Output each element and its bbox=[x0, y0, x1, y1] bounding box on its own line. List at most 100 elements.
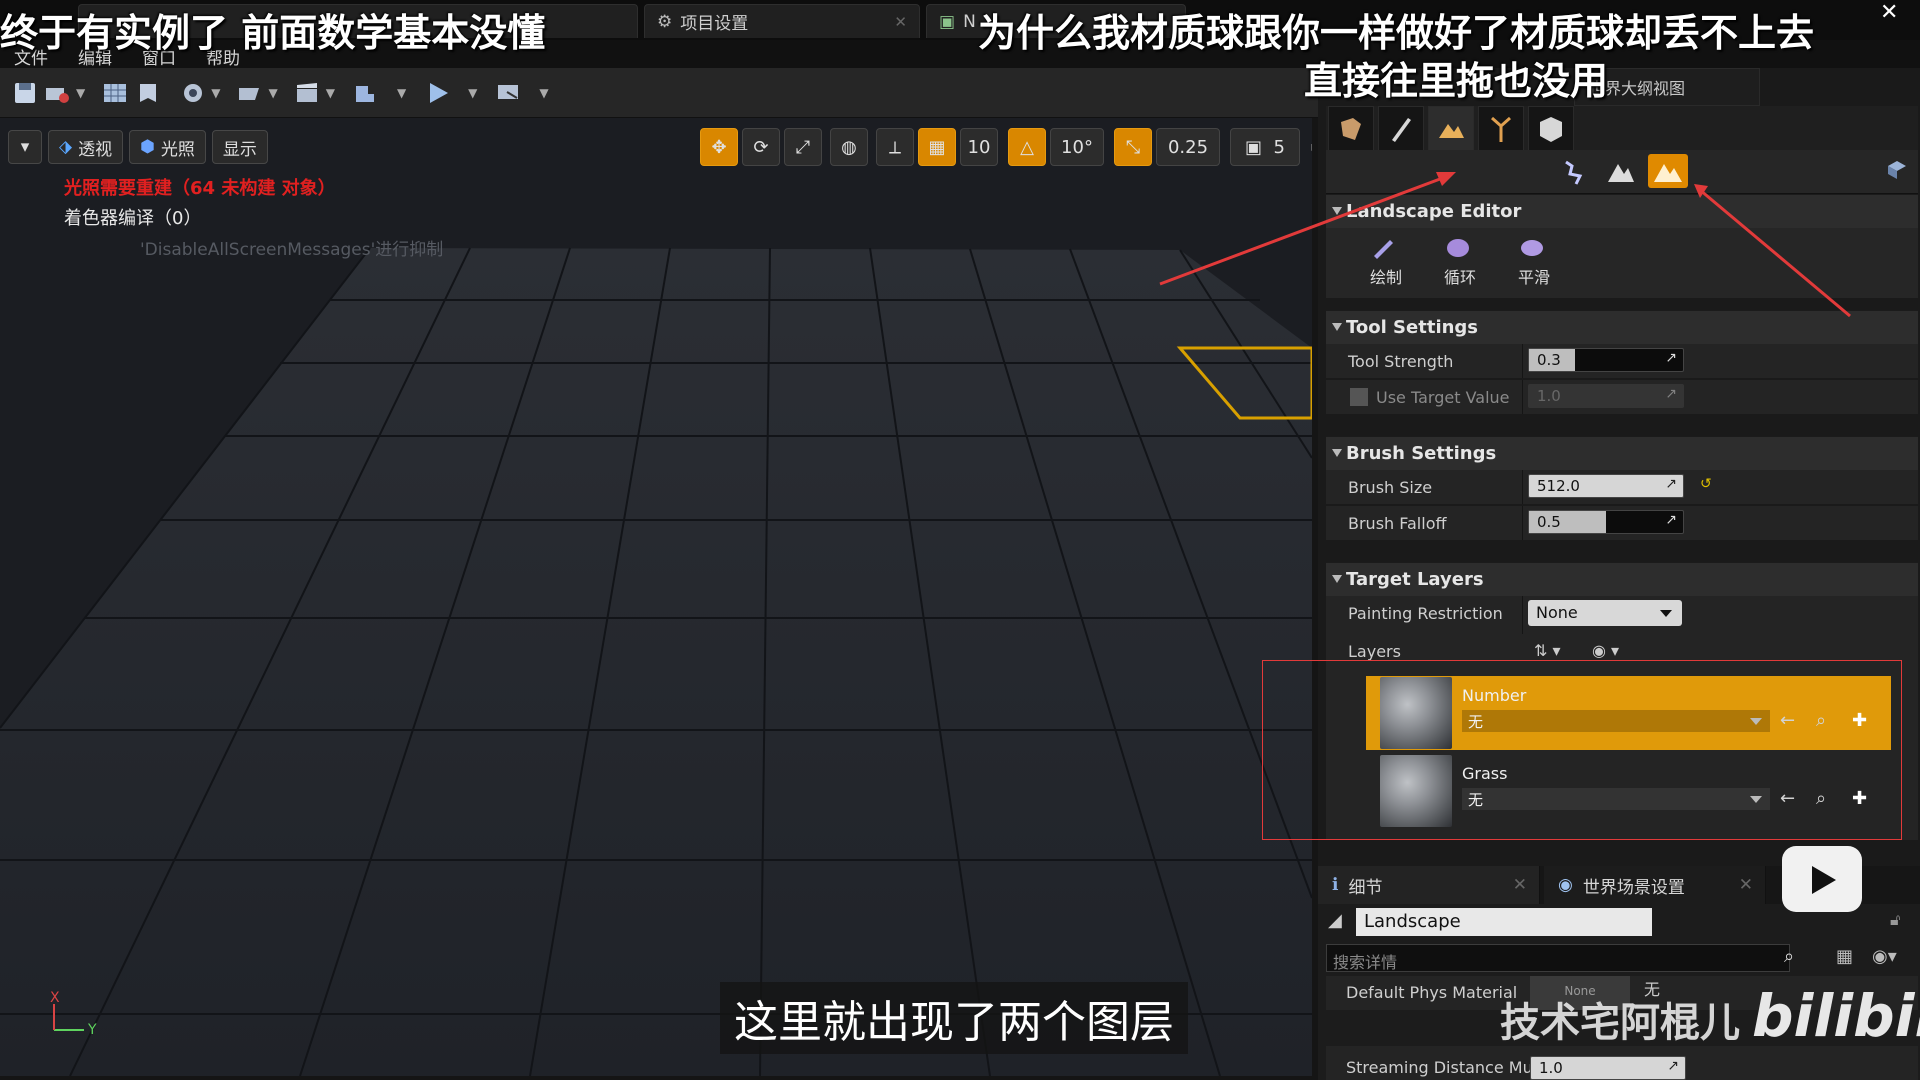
close-icon[interactable]: ✕ bbox=[1739, 875, 1753, 895]
paint-submode-icon[interactable] bbox=[1648, 154, 1688, 188]
world-space-icon[interactable]: ◍ bbox=[830, 128, 868, 166]
tab-label: N bbox=[963, 11, 976, 32]
eye-filter-icon[interactable]: ◉▾ bbox=[1872, 946, 1897, 967]
bilibili-tv-icon bbox=[1782, 846, 1862, 912]
field-value: 0.3 bbox=[1537, 351, 1561, 369]
close-window-icon[interactable]: ✕ bbox=[1880, 0, 1898, 25]
streaming-distance-row: Streaming Distance Mu 1.0 ↗ bbox=[1326, 1046, 1918, 1080]
lighting-mode-button[interactable]: ⬢ 光照 bbox=[129, 130, 206, 164]
cycle-tool-button[interactable]: 循环 bbox=[1430, 234, 1490, 288]
perspective-label: 透视 bbox=[78, 139, 113, 160]
scale-snap-value[interactable]: 0.25 bbox=[1156, 128, 1220, 166]
grid-snap-value[interactable]: 10 bbox=[960, 128, 998, 166]
overlay-caption-right-2: 直接往里拖也没用 bbox=[1304, 59, 1609, 103]
rotate-icon[interactable]: ⟳ bbox=[742, 128, 780, 166]
landscape-actor-icon: ◢ bbox=[1328, 910, 1342, 931]
place-mode-icon[interactable] bbox=[1328, 106, 1374, 152]
play-icon[interactable] bbox=[423, 78, 453, 108]
axis-gizmo: X Y bbox=[42, 990, 112, 1050]
landscape-mode-icon[interactable] bbox=[1428, 106, 1474, 152]
build-icon[interactable] bbox=[350, 78, 380, 108]
scale-icon[interactable]: ⤢ bbox=[784, 128, 822, 166]
translate-icon[interactable]: ✥ bbox=[700, 128, 738, 166]
tab-label: 世界场景设置 bbox=[1582, 877, 1685, 898]
lighting-warning: 光照需要重建（64 未构建 对象） bbox=[64, 178, 336, 199]
section-title: Target Layers bbox=[1346, 569, 1484, 590]
details-search-input[interactable]: 搜索详情 bbox=[1326, 944, 1790, 972]
tab-world-settings[interactable]: ◉ 世界场景设置 ✕ bbox=[1544, 866, 1766, 904]
surface-snap-icon[interactable]: ⟂ bbox=[876, 128, 914, 166]
viewport-options-button[interactable]: ▾ bbox=[8, 130, 42, 164]
geometry-mode-icon[interactable] bbox=[1528, 106, 1574, 152]
axis-y-label: Y bbox=[88, 1022, 97, 1038]
layers-label: Layers bbox=[1348, 642, 1401, 661]
close-icon[interactable]: ✕ bbox=[1513, 875, 1527, 895]
use-target-label: Use Target Value bbox=[1376, 388, 1510, 407]
sculpt-tool-button[interactable]: 绘制 bbox=[1356, 234, 1416, 288]
search-placeholder: 搜索详情 bbox=[1333, 953, 1398, 972]
tool-strength-row: Tool Strength 0.3 ↗ bbox=[1326, 344, 1918, 378]
paint-mode-icon[interactable] bbox=[1378, 106, 1424, 152]
show-button[interactable]: 显示 bbox=[211, 130, 268, 164]
settings-icon[interactable] bbox=[178, 78, 208, 108]
panel-options-icon[interactable] bbox=[1886, 158, 1908, 180]
grid-snap-icon[interactable]: ▦ bbox=[918, 128, 956, 166]
perspective-button[interactable]: ⬗ 透视 bbox=[48, 130, 124, 164]
blueprints-icon[interactable] bbox=[235, 78, 265, 108]
streaming-distance-field[interactable]: 1.0 ↗ bbox=[1530, 1056, 1686, 1080]
expand-arrows-icon: ↗ bbox=[1665, 386, 1677, 402]
field-value: 0.5 bbox=[1537, 513, 1561, 531]
streaming-distance-label: Streaming Distance Mu bbox=[1346, 1058, 1533, 1077]
rotation-snap-value[interactable]: 10° bbox=[1050, 128, 1104, 166]
tab-label: 项目设置 bbox=[680, 14, 749, 34]
brush-size-field[interactable]: 512.0 ↗ bbox=[1528, 474, 1684, 498]
tab-project-settings[interactable]: ⚙ 项目设置 ✕ bbox=[644, 4, 920, 38]
lighting-label: 光照 bbox=[160, 139, 195, 160]
tab-details[interactable]: ℹ 细节 ✕ bbox=[1318, 866, 1540, 904]
section-title: Landscape Editor bbox=[1346, 201, 1522, 222]
camera-icon: ▣ bbox=[1245, 136, 1263, 158]
layers-sort-icon[interactable]: ⇅ ▾ bbox=[1534, 641, 1561, 660]
use-target-checkbox[interactable] bbox=[1350, 388, 1368, 406]
grid-view-icon[interactable]: ▦ bbox=[1836, 946, 1853, 967]
launch-icon[interactable] bbox=[494, 78, 524, 108]
scale-snap-icon[interactable]: ⤡ bbox=[1114, 128, 1152, 166]
lock-icon[interactable]: 🔓︎ bbox=[1890, 910, 1900, 930]
search-icon[interactable]: ⌕ bbox=[1784, 946, 1794, 967]
tool-settings-header[interactable]: Tool Settings bbox=[1326, 310, 1918, 344]
level-viewport[interactable]: ▾ ⬗ 透视 ⬢ 光照 显示 ✥ ⟳ ⤢ ◍ ⟂ ▦ 10 △ 10° ⤡ 0.25… bbox=[0, 118, 1312, 1076]
chevron-down-icon: ▾ bbox=[20, 137, 30, 157]
maximize-viewport-icon[interactable]: ▫ bbox=[1304, 128, 1312, 166]
section-title: Tool Settings bbox=[1346, 317, 1479, 338]
source-control-icon[interactable] bbox=[43, 78, 73, 108]
shader-compile-status: 着色器编译（0） bbox=[64, 208, 202, 229]
painting-restriction-select[interactable]: None bbox=[1528, 600, 1682, 626]
foliage-mode-icon[interactable] bbox=[1478, 106, 1524, 152]
actor-name-field[interactable]: Landscape bbox=[1356, 908, 1652, 936]
landscape-submodes bbox=[1326, 150, 1918, 194]
field-value: Landscape bbox=[1364, 911, 1461, 932]
target-layers-header[interactable]: Target Layers bbox=[1326, 562, 1918, 596]
landscape-tools-row: 绘制 循环 平滑 bbox=[1326, 228, 1918, 298]
manage-mode-icon[interactable] bbox=[1558, 154, 1592, 188]
eye-icon[interactable]: ◉ ▾ bbox=[1592, 641, 1619, 660]
sculpt-mode-icon[interactable] bbox=[1604, 154, 1638, 188]
content-browser-icon[interactable] bbox=[100, 78, 130, 108]
main-toolbar: ▼ ▼ ▼ ▼ ▼ ▼ ▼ bbox=[0, 68, 1330, 118]
save-icon[interactable] bbox=[10, 78, 40, 108]
marketplace-icon[interactable] bbox=[133, 78, 163, 108]
close-icon[interactable]: ✕ bbox=[894, 13, 907, 31]
rotation-snap-icon[interactable]: △ bbox=[1008, 128, 1046, 166]
brush-icon bbox=[1374, 240, 1393, 259]
brush-settings-header[interactable]: Brush Settings bbox=[1326, 436, 1918, 470]
smooth-blob-icon bbox=[1521, 240, 1543, 256]
smooth-tool-button[interactable]: 平滑 bbox=[1504, 234, 1564, 288]
camera-speed-button[interactable]: ▣ 5 bbox=[1230, 128, 1300, 166]
tool-strength-field[interactable]: 0.3 ↗ bbox=[1528, 348, 1684, 372]
brush-falloff-field[interactable]: 0.5 ↗ bbox=[1528, 510, 1684, 534]
painting-restriction-label: Painting Restriction bbox=[1348, 604, 1503, 623]
landscape-editor-header[interactable]: Landscape Editor bbox=[1326, 194, 1918, 228]
reset-to-default-icon[interactable]: ↺ bbox=[1700, 476, 1712, 492]
perspective-icon: ⬗ bbox=[59, 137, 73, 157]
cinematics-icon[interactable] bbox=[293, 78, 323, 108]
